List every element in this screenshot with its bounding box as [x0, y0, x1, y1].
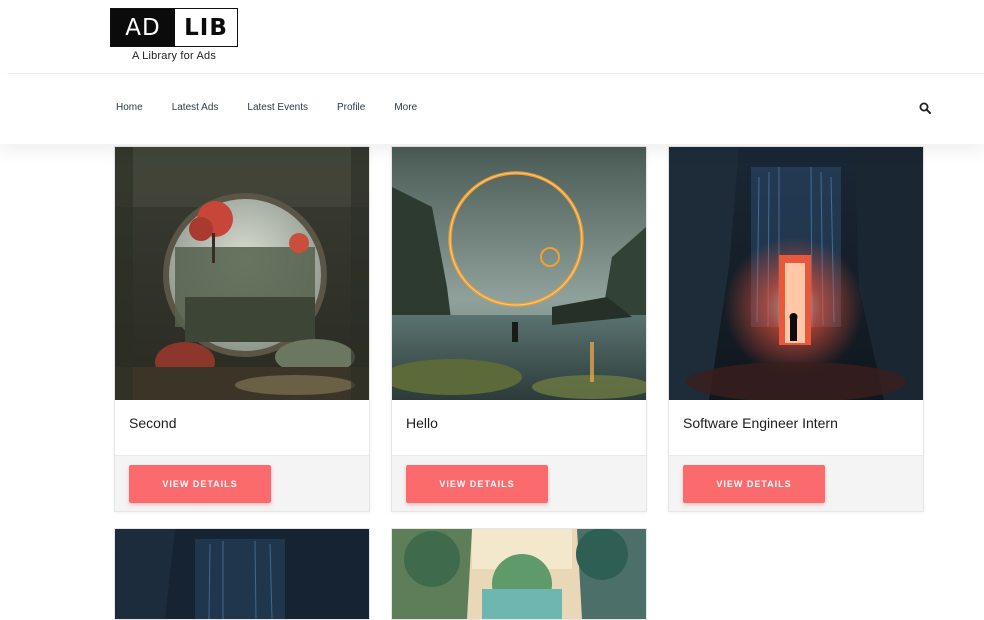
- ad-card-footer: VIEW DETAILS: [115, 455, 369, 511]
- logo-ad-text: AD: [111, 9, 175, 46]
- nav-item-home[interactable]: Home: [116, 102, 143, 113]
- ad-card-image[interactable]: [115, 147, 369, 400]
- nav-item-more[interactable]: More: [394, 102, 417, 113]
- view-details-button[interactable]: VIEW DETAILS: [406, 465, 548, 503]
- logo-lib-text: LIB: [175, 9, 237, 46]
- ad-card-title[interactable]: Hello: [406, 415, 438, 431]
- nav-menu: Home Latest Ads Latest Events Profile Mo…: [116, 102, 446, 113]
- ad-card-image[interactable]: [392, 147, 646, 400]
- search-icon[interactable]: [919, 102, 931, 114]
- ad-card-title[interactable]: Software Engineer Intern: [683, 415, 838, 431]
- logo-tagline: A Library for Ads: [131, 50, 217, 62]
- ad-card-footer: VIEW DETAILS: [392, 455, 646, 511]
- ad-card: Hello VIEW DETAILS: [391, 146, 647, 512]
- view-details-button[interactable]: VIEW DETAILS: [683, 465, 825, 503]
- ad-card-image[interactable]: [391, 528, 647, 620]
- site-logo[interactable]: AD LIB A Library for Ads: [110, 8, 238, 62]
- ad-card-title[interactable]: Second: [129, 415, 176, 431]
- ad-card-footer: VIEW DETAILS: [669, 455, 923, 511]
- nav-item-latest-ads[interactable]: Latest Ads: [172, 102, 219, 113]
- logo-mark: AD LIB: [110, 8, 238, 47]
- nav-item-latest-events[interactable]: Latest Events: [247, 102, 308, 113]
- view-details-button[interactable]: VIEW DETAILS: [129, 465, 271, 503]
- ad-card: Software Engineer Intern VIEW DETAILS: [668, 146, 924, 512]
- main-nav: Home Latest Ads Latest Events Profile Mo…: [0, 74, 984, 144]
- ad-card-image[interactable]: [669, 147, 923, 400]
- ad-card-image[interactable]: [114, 528, 370, 620]
- nav-item-profile[interactable]: Profile: [337, 102, 365, 113]
- ad-card: Second VIEW DETAILS: [114, 146, 370, 512]
